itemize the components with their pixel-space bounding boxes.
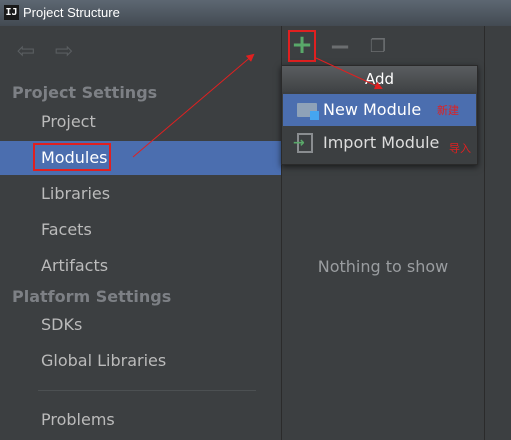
remove-button[interactable]: − bbox=[326, 34, 354, 62]
menu-item-label: New Module bbox=[323, 100, 422, 119]
menu-item-new-module[interactable]: New Module 新建 bbox=[283, 94, 476, 126]
sidebar-item-libraries[interactable]: Libraries bbox=[0, 177, 281, 211]
add-popup-menu: Add New Module 新建 → Import Module 导入 bbox=[281, 65, 478, 165]
menu-item-label: Import Module bbox=[323, 133, 440, 152]
copy-icon[interactable]: ❐ bbox=[364, 34, 392, 62]
section-platform-settings: Platform Settings bbox=[12, 287, 172, 306]
annotation-note-import: 导入 bbox=[449, 142, 471, 155]
window-title: Project Structure bbox=[23, 5, 120, 20]
sidebar-item-project[interactable]: Project bbox=[0, 105, 281, 139]
arrow-right-icon[interactable]: ⇨ bbox=[52, 41, 76, 63]
sidebar-item-label: Global Libraries bbox=[41, 351, 167, 370]
sidebar-item-label: Project bbox=[41, 112, 96, 131]
intellij-app-icon: IJ bbox=[4, 5, 19, 20]
sidebar-item-artifacts[interactable]: Artifacts bbox=[0, 249, 281, 283]
details-panel bbox=[485, 26, 511, 440]
sidebar-item-label: Problems bbox=[41, 410, 115, 429]
settings-sidebar: ⇦ ⇨ Project Settings Project Modules Lib… bbox=[0, 26, 282, 440]
arrow-left-icon[interactable]: ⇦ bbox=[14, 41, 38, 63]
sidebar-item-label: SDKs bbox=[41, 315, 83, 334]
menu-item-import-module[interactable]: → Import Module 导入 bbox=[283, 127, 476, 159]
module-folder-icon bbox=[297, 103, 319, 120]
sidebar-item-label: Libraries bbox=[41, 184, 111, 203]
popup-title: Add bbox=[282, 66, 477, 92]
empty-state-text: Nothing to show bbox=[317, 257, 449, 276]
sidebar-item-global-libraries[interactable]: Global Libraries bbox=[0, 344, 281, 378]
sidebar-item-label: Artifacts bbox=[41, 256, 109, 275]
annotation-note-new: 新建 bbox=[437, 104, 459, 117]
annotation-highlight-box bbox=[33, 143, 111, 171]
sidebar-divider bbox=[38, 390, 256, 391]
title-bar: IJ Project Structure bbox=[0, 0, 511, 26]
sidebar-item-label: Facets bbox=[41, 220, 92, 239]
sidebar-item-modules[interactable]: Modules bbox=[0, 141, 281, 175]
sidebar-item-facets[interactable]: Facets bbox=[0, 213, 281, 247]
sidebar-item-problems[interactable]: Problems bbox=[0, 403, 281, 437]
section-project-settings: Project Settings bbox=[12, 83, 158, 102]
sidebar-item-sdks[interactable]: SDKs bbox=[0, 308, 281, 342]
add-button[interactable]: + bbox=[288, 30, 316, 62]
import-arrow-icon: → bbox=[293, 135, 305, 151]
